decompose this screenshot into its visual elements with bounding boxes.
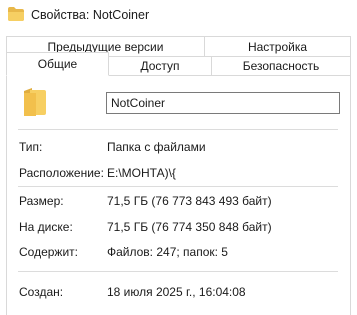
folder-icon (8, 7, 24, 21)
tab-general[interactable]: Общие (6, 52, 109, 76)
contains-value: Файлов: 247; папок: 5 (107, 245, 228, 259)
location-value: E:\МОНТА)\{ (107, 166, 176, 180)
tab-strip: Предыдущие версии Настройка Общие Доступ… (0, 30, 357, 76)
size-label: Размер: (19, 194, 64, 208)
location-label: Расположение: (19, 166, 104, 180)
folder-name-input[interactable] (106, 92, 340, 114)
tab-security[interactable]: Безопасность (211, 56, 351, 76)
separator (18, 129, 338, 130)
contains-label: Содержит: (19, 245, 78, 259)
disk-size-value: 71,5 ГБ (76 774 350 848 байт) (107, 220, 272, 234)
tab-sharing[interactable]: Доступ (108, 56, 212, 76)
tab-label: Настройка (247, 40, 308, 54)
created-value: 18 июля 2025 г., 16:04:08 (107, 285, 246, 299)
window-title: Свойства: NotCoiner (31, 8, 150, 22)
separator (18, 271, 338, 272)
separator (18, 186, 338, 187)
type-value: Папка с файлами (107, 140, 206, 154)
size-value: 71,5 ГБ (76 773 843 493 байт) (107, 194, 272, 208)
disk-size-label: На диске: (19, 220, 73, 234)
folder-icon (24, 88, 46, 116)
tab-label: Безопасность (242, 59, 320, 73)
tab-label: Доступ (140, 59, 180, 73)
created-label: Создан: (19, 285, 64, 299)
tab-customize[interactable]: Настройка (204, 36, 351, 57)
type-label: Тип: (19, 140, 43, 154)
title-bar: Свойства: NotCoiner (0, 0, 357, 30)
tab-label: Общие (37, 57, 78, 71)
